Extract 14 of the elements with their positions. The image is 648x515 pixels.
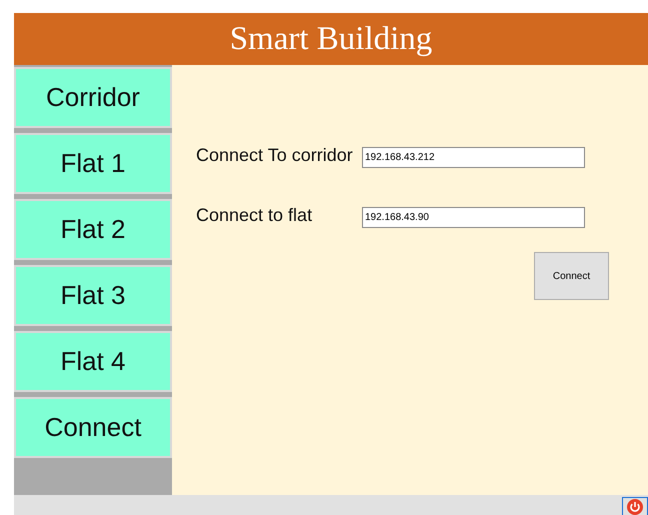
- ip-address-field[interactable]: 192.168.43.212: [362, 147, 585, 168]
- window-title: Smart Building: [230, 20, 432, 58]
- connect-button[interactable]: Connect: [534, 252, 609, 300]
- field-label: Connect to flat: [196, 205, 314, 226]
- power-icon: [627, 499, 643, 515]
- nav-button[interactable]: Connect: [14, 397, 172, 458]
- ip-address-field[interactable]: 192.168.43.90: [362, 207, 585, 228]
- nav-button[interactable]: Flat 1: [14, 133, 172, 194]
- nav-button[interactable]: Flat 3: [14, 265, 172, 326]
- field-label: Connect To corridor: [196, 145, 354, 166]
- nav-button[interactable]: Flat 4: [14, 331, 172, 392]
- nav-button[interactable]: Corridor: [14, 67, 172, 128]
- nav-button[interactable]: Flat 2: [14, 199, 172, 260]
- power-button[interactable]: [622, 497, 648, 515]
